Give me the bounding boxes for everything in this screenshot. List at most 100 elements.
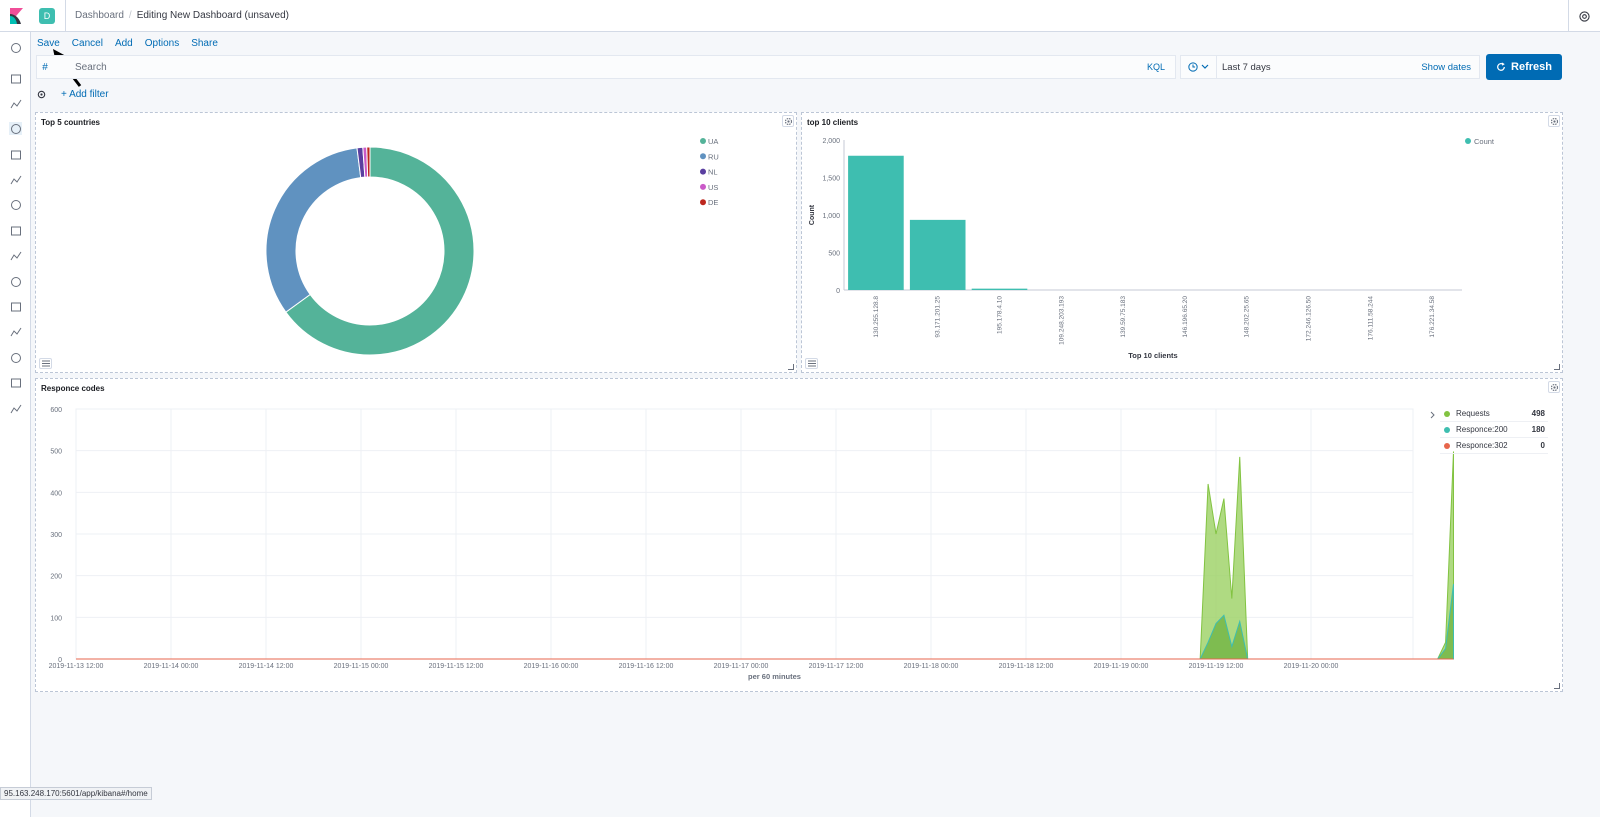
- legend-label: UA: [708, 137, 718, 146]
- refresh-button[interactable]: Refresh: [1486, 54, 1562, 80]
- siem-icon[interactable]: [9, 325, 22, 338]
- x-axis-title: per 60 minutes: [748, 672, 801, 681]
- legend-label: DE: [708, 198, 718, 207]
- x-tick-label: 176.111.58.244: [1367, 296, 1374, 341]
- legend-toggle-button[interactable]: [805, 358, 818, 369]
- icon-shape: [10, 99, 21, 108]
- filter-settings-icon[interactable]: [36, 89, 47, 100]
- refresh-icon: [1497, 62, 1505, 71]
- donut-chart: UA RU NL US DE: [265, 137, 719, 356]
- breadcrumb: Dashboard / Editing New Dashboard (unsav…: [75, 10, 289, 21]
- saved-query-button[interactable]: #: [37, 62, 53, 73]
- legend-dot: [700, 199, 706, 206]
- chevron-right-icon[interactable]: [1429, 411, 1437, 419]
- panel-top-countries: Top 5 countries UA RU NL US DE: [35, 112, 797, 373]
- legend-item[interactable]: Responce:200 180: [1440, 422, 1548, 438]
- resize-handle[interactable]: [1554, 683, 1560, 689]
- resize-handle[interactable]: [788, 364, 794, 370]
- x-tick-label: 2019-11-13 12:00: [49, 663, 104, 670]
- x-tick-label: 2019-11-14 00:00: [144, 663, 199, 670]
- icon-shape: [10, 175, 21, 184]
- visualize-icon[interactable]: [9, 97, 22, 110]
- legend-label: Responce:302: [1456, 441, 1508, 450]
- x-tick-label: 195.178.4.10: [997, 296, 1004, 334]
- apm-icon[interactable]: [9, 275, 22, 288]
- share-button[interactable]: Share: [191, 38, 218, 52]
- discover-icon[interactable]: [9, 72, 22, 85]
- management-icon-glyph: [10, 404, 21, 413]
- canvas-icon[interactable]: [9, 148, 22, 161]
- resize-handle[interactable]: [1554, 364, 1560, 370]
- icon-shape: [10, 251, 21, 260]
- x-tick-label: 2019-11-15 00:00: [334, 663, 389, 670]
- management-icon[interactable]: [9, 402, 22, 415]
- x-tick-label: 2019-11-16 12:00: [619, 663, 674, 670]
- list-icon: [41, 360, 50, 367]
- recent-icon[interactable]: [9, 41, 22, 54]
- legend-item[interactable]: Responce:302 0: [1440, 438, 1548, 454]
- legend-dot: [1444, 426, 1450, 433]
- x-tick-label: 2019-11-20 00:00: [1284, 663, 1339, 670]
- pie-slice-ru: [265, 147, 362, 313]
- recent-icon-glyph: [10, 42, 21, 53]
- search-input[interactable]: [53, 60, 1147, 74]
- query-language-toggle[interactable]: KQL: [1147, 62, 1165, 72]
- options-button[interactable]: Options: [145, 38, 179, 52]
- x-tick-label: 130.255.128.8: [873, 296, 880, 338]
- icon-shape: [10, 327, 21, 336]
- legend-label: Count: [1474, 137, 1495, 146]
- x-tick-label: 2019-11-14 12:00: [239, 663, 294, 670]
- uptime-icon[interactable]: [9, 300, 22, 313]
- add-filter-button[interactable]: + Add filter: [61, 89, 109, 100]
- legend-label: Responce:200: [1456, 425, 1508, 434]
- x-tick-label: 2019-11-15 12:00: [429, 663, 484, 670]
- dashboard-icon[interactable]: [9, 122, 22, 135]
- legend-label: NL: [708, 168, 718, 177]
- pie-slice-de: [366, 146, 371, 178]
- add-panel-button[interactable]: Add: [115, 38, 133, 52]
- space-avatar[interactable]: D: [39, 7, 55, 24]
- y-tick-label: 200: [50, 574, 62, 581]
- list-icon: [807, 360, 816, 367]
- date-range-label[interactable]: Last 7 days: [1222, 62, 1271, 73]
- filter-bar: + Add filter: [36, 87, 109, 101]
- maps-icon-glyph: [10, 175, 21, 184]
- discover-icon-glyph: [10, 74, 21, 83]
- maps-icon[interactable]: [9, 173, 22, 186]
- y-tick-label: 500: [50, 449, 62, 456]
- refresh-label: Refresh: [1511, 61, 1552, 73]
- show-dates-button[interactable]: Show dates: [1421, 62, 1471, 73]
- x-tick-label: 172.246.126.50: [1306, 296, 1313, 342]
- bar: [909, 219, 966, 290]
- x-tick-label: 93.171.201.25: [935, 296, 942, 338]
- breadcrumb-dashboard[interactable]: Dashboard: [75, 10, 124, 21]
- help-icon: [1579, 10, 1590, 22]
- x-axis-title: Top 10 clients: [1128, 351, 1177, 360]
- icon-shape: [10, 74, 21, 83]
- infrastructure-icon-glyph: [10, 226, 21, 235]
- side-navigation: [0, 32, 31, 817]
- dev-tools-icon[interactable]: [9, 351, 22, 364]
- visualize-icon-glyph: [10, 99, 21, 108]
- legend-item[interactable]: Requests 498: [1440, 406, 1548, 422]
- x-tick-label: 2019-11-18 00:00: [904, 663, 959, 670]
- quick-select-button[interactable]: [1181, 56, 1217, 78]
- query-bar: # KQL: [36, 55, 1176, 79]
- x-tick-label: 2019-11-19 00:00: [1094, 663, 1149, 670]
- kibana-logo-icon: [9, 7, 23, 24]
- infrastructure-icon[interactable]: [9, 224, 22, 237]
- panel-top-clients: top 10 clients 0 500 1,000 1,500 2,000 Count 1…: [801, 112, 1563, 373]
- kibana-logo[interactable]: [0, 0, 32, 32]
- logs-icon[interactable]: [9, 249, 22, 262]
- ml-icon[interactable]: [9, 198, 22, 211]
- legend-toggle-button[interactable]: [39, 358, 52, 369]
- icon-shape: [10, 276, 21, 287]
- monitoring-icon[interactable]: [9, 376, 22, 389]
- siem-icon-glyph: [10, 327, 21, 336]
- legend-value: 180: [1531, 425, 1545, 434]
- icon-shape: [10, 199, 21, 210]
- help-button[interactable]: [1568, 0, 1600, 32]
- y-tick-label: 100: [50, 615, 62, 622]
- icon-shape: [10, 404, 21, 413]
- y-tick-label: 500: [828, 251, 840, 258]
